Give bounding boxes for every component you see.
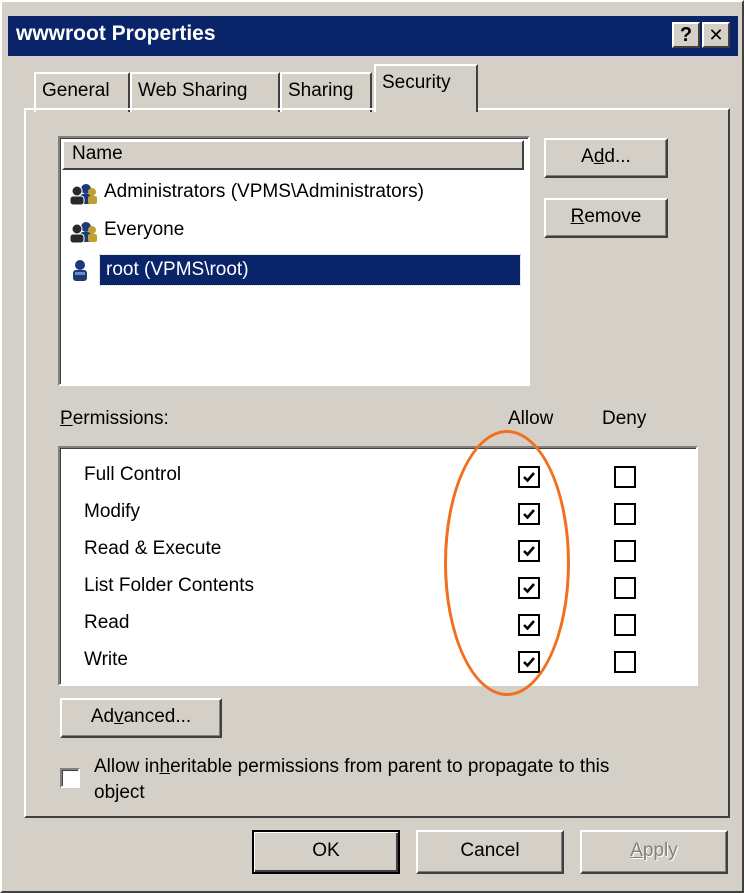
allow-checkbox[interactable] (518, 466, 540, 488)
list-item-everyone[interactable]: Everyone (66, 216, 526, 248)
ok-button[interactable]: OK (252, 830, 400, 874)
deny-checkbox[interactable] (614, 466, 636, 488)
help-button[interactable]: ? (672, 22, 700, 48)
group-icon (66, 220, 100, 244)
list-item-root[interactable]: root (VPMS\root) (66, 254, 526, 286)
allow-checkbox[interactable] (518, 614, 540, 636)
users-listbox[interactable]: Name Administrators (VPMS\Administrators… (58, 136, 530, 386)
permissions-label: Permissions: (60, 408, 169, 429)
allow-checkbox[interactable] (518, 577, 540, 599)
tab-general[interactable]: General (34, 72, 130, 112)
permission-name: Write (84, 649, 128, 670)
tab-label: Sharing (288, 80, 354, 101)
group-icon (66, 182, 100, 206)
cancel-button-label: Cancel (460, 840, 520, 861)
apply-button[interactable]: Apply (580, 830, 728, 874)
title-bar[interactable]: wwwroot Properties ? ✕ (8, 16, 738, 56)
add-button-label: Add... (581, 146, 631, 167)
advanced-button-label: Advanced... (90, 706, 192, 727)
permission-name: Full Control (84, 464, 182, 485)
permission-row: List Folder Contents (84, 571, 684, 607)
tab-label: General (42, 80, 110, 101)
ok-button-label: OK (312, 840, 340, 861)
remove-button[interactable]: Remove (544, 198, 668, 238)
apply-button-label: Apply (630, 840, 678, 861)
window-title: wwwroot Properties (16, 22, 216, 45)
permission-row: Write (84, 645, 684, 681)
add-button[interactable]: Add... (544, 138, 668, 178)
tab-security[interactable]: Security (374, 64, 478, 112)
allow-checkbox[interactable] (518, 540, 540, 562)
permission-name: Read (84, 612, 130, 633)
list-item-label: Administrators (VPMS\Administrators) (104, 181, 424, 202)
allow-checkbox[interactable] (518, 503, 540, 525)
inherit-permissions-label[interactable]: Allow inheritable permissions from paren… (94, 754, 609, 806)
tab-sharing[interactable]: Sharing (280, 72, 372, 112)
tab-label: Web Sharing (138, 80, 248, 101)
deny-checkbox[interactable] (614, 577, 636, 599)
column-header-name[interactable]: Name (62, 140, 524, 170)
deny-checkbox[interactable] (614, 503, 636, 525)
remove-button-label: Remove (570, 206, 642, 227)
list-item-administrators[interactable]: Administrators (VPMS\Administrators) (66, 178, 526, 210)
permission-name: List Folder Contents (84, 575, 255, 596)
cancel-button[interactable]: Cancel (416, 830, 564, 874)
allow-checkbox[interactable] (518, 651, 540, 673)
permission-row: Read (84, 608, 684, 644)
properties-dialog: wwwroot Properties ? ✕ General Web Shari… (0, 0, 744, 893)
permission-name: Modify (84, 501, 140, 522)
inherit-permissions-checkbox[interactable] (60, 768, 80, 788)
deny-checkbox[interactable] (614, 651, 636, 673)
close-button[interactable]: ✕ (702, 22, 730, 48)
advanced-button[interactable]: Advanced... (60, 698, 222, 738)
permissions-listbox[interactable]: Full Control Modify Read & Execute List Fol… (58, 446, 698, 686)
permission-row: Full Control (84, 460, 684, 496)
permission-name: Read & Execute (84, 538, 222, 559)
user-icon (66, 258, 100, 282)
tab-label: Security (382, 72, 451, 93)
deny-checkbox[interactable] (614, 614, 636, 636)
allow-column-header: Allow (508, 408, 554, 429)
list-item-label: Everyone (104, 219, 185, 240)
permission-row: Read & Execute (84, 534, 684, 570)
list-item-label: root (VPMS\root) (99, 254, 521, 286)
deny-checkbox[interactable] (614, 540, 636, 562)
column-header-label: Name (72, 143, 123, 164)
deny-column-header: Deny (602, 408, 647, 429)
tab-web-sharing[interactable]: Web Sharing (130, 72, 280, 112)
permission-row: Modify (84, 497, 684, 533)
